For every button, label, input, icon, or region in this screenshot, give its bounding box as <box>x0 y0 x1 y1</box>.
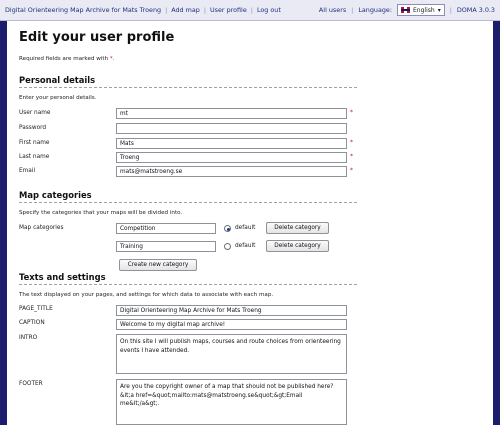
topbar-right: All users | Language: English ▾ | DOMA 3… <box>319 4 495 16</box>
email-field[interactable]: mats@matstroeng.se <box>116 166 347 177</box>
version-link[interactable]: DOMA 3.0.3 <box>457 6 495 14</box>
page-title: Edit your user profile <box>19 30 175 45</box>
default-category-radio[interactable] <box>224 225 231 232</box>
delete-category-button[interactable]: Delete category <box>266 240 329 252</box>
intro-textarea[interactable]: On this site I will publish maps, course… <box>116 334 347 374</box>
nav-link-add-map[interactable]: Add map <box>171 6 200 14</box>
section-heading-map-categories: Map categories <box>19 190 357 203</box>
nav-link-user-profile[interactable]: User profile <box>210 6 247 14</box>
chevron-down-icon: ▾ <box>437 6 441 14</box>
map-categories-label: Map categories <box>19 225 64 231</box>
required-star: * <box>350 139 353 146</box>
main-nav: Digital Orienteering Map Archive for Mat… <box>5 6 281 14</box>
nav-link-home[interactable]: Digital Orienteering Map Archive for Mat… <box>5 6 161 14</box>
default-radio-label: default <box>235 243 256 249</box>
map-categories-description: Specify the categories that your maps wi… <box>19 210 183 216</box>
nav-separator: | <box>250 6 253 14</box>
caption-setting-label: CAPTION <box>19 320 45 326</box>
footer-setting-label: FOOTER <box>19 381 43 387</box>
required-star: * <box>350 167 353 174</box>
password-label: Password <box>19 125 47 131</box>
nav-separator: | <box>165 6 168 14</box>
category-name-field[interactable]: Competition <box>116 223 216 234</box>
main-content: Edit your user profile Required fields a… <box>7 21 493 425</box>
nav-link-log-out[interactable]: Log out <box>257 6 281 14</box>
required-note-text: Required fields are marked with <box>19 56 109 62</box>
uk-flag-icon <box>401 7 411 13</box>
texts-settings-description: The text displayed on your pages, and se… <box>19 292 274 298</box>
first-name-field[interactable]: Mats <box>116 138 347 149</box>
required-star: * <box>350 153 353 160</box>
delete-category-button[interactable]: Delete category <box>266 222 329 234</box>
top-navigation-bar: Digital Orienteering Map Archive for Mat… <box>0 0 500 21</box>
nav-separator: | <box>449 6 452 14</box>
username-label: User name <box>19 110 51 116</box>
required-note: Required fields are marked with *. <box>19 56 114 62</box>
default-radio-label: default <box>235 225 256 231</box>
last-name-label: Last name <box>19 154 50 160</box>
required-star: * <box>350 109 353 116</box>
language-label: Language: <box>358 6 393 14</box>
default-category-radio[interactable] <box>224 243 231 250</box>
intro-setting-label: INTRO <box>19 335 38 341</box>
required-note-end: . <box>112 56 115 62</box>
section-heading-texts-settings: Texts and settings <box>19 272 357 285</box>
last-name-field[interactable]: Troeng <box>116 152 347 163</box>
page-title-setting-label: PAGE_TITLE <box>19 306 53 312</box>
nav-separator: | <box>351 6 354 14</box>
language-value: English <box>413 6 435 14</box>
personal-details-description: Enter your personal details. <box>19 95 97 101</box>
password-field[interactable] <box>116 123 347 134</box>
create-category-button[interactable]: Create new category <box>119 259 197 271</box>
nav-separator: | <box>203 6 206 14</box>
email-label: Email <box>19 168 36 174</box>
caption-field[interactable]: Welcome to my digital map archive! <box>116 319 347 330</box>
page-title-field[interactable]: Digital Orienteering Map Archive for Mat… <box>116 305 347 316</box>
username-field[interactable]: mt <box>116 108 347 119</box>
footer-textarea[interactable]: Are you the copyright owner of a map tha… <box>116 379 347 425</box>
all-users-link[interactable]: All users <box>319 6 346 14</box>
category-name-field[interactable]: Training <box>116 241 216 252</box>
first-name-label: First name <box>19 140 50 146</box>
section-heading-personal-details: Personal details <box>19 75 357 88</box>
language-select[interactable]: English ▾ <box>397 4 445 16</box>
